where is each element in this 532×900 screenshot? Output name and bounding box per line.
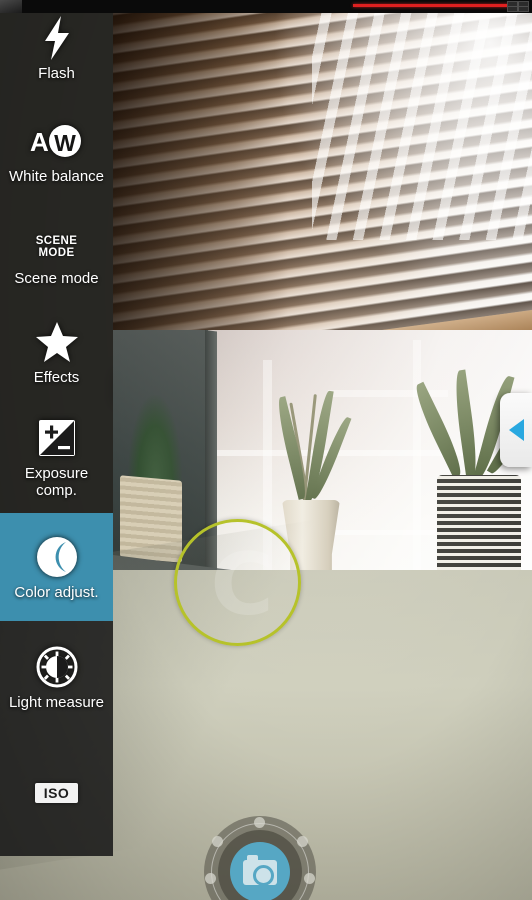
shutter-dial-dot xyxy=(205,873,216,884)
sidebar-item-light-measure[interactable]: Light measure xyxy=(0,621,113,734)
light-measure-icon xyxy=(36,644,78,690)
shutter-button[interactable] xyxy=(198,810,322,900)
sidebar-label-scene-mode: Scene mode xyxy=(14,270,99,287)
sidebar-label-exposure: Exposure comp. xyxy=(24,464,89,499)
auto-white-balance-icon: A W xyxy=(29,118,85,164)
star-icon xyxy=(35,319,79,365)
color-adjust-icon xyxy=(36,534,78,580)
exposure-comp-icon xyxy=(38,415,76,461)
camera-icon xyxy=(243,855,277,886)
shutter-dial-dot xyxy=(304,873,315,884)
scene-mode-glyph-line1: SCENE xyxy=(35,235,78,247)
sun-streak xyxy=(312,0,532,240)
flash-icon xyxy=(42,15,72,61)
svg-text:A: A xyxy=(30,127,49,157)
sidebar-item-iso[interactable]: ISO xyxy=(0,734,113,856)
shutter-dial-dot xyxy=(297,836,308,847)
scene-mode-glyph-line2: MODE xyxy=(38,247,75,259)
status-bar xyxy=(0,0,532,13)
window-blinds xyxy=(113,0,532,345)
iso-badge: ISO xyxy=(34,783,79,803)
svg-text:W: W xyxy=(54,130,76,156)
sidebar-item-scene-mode[interactable]: SCENE MODE Scene mode xyxy=(0,210,113,305)
grid-chip-icon[interactable] xyxy=(507,1,529,12)
settings-sidebar: Flash A W White balance SCENE MODE Scene… xyxy=(0,0,113,856)
right-panel-toggle[interactable] xyxy=(500,393,532,467)
app-icon xyxy=(0,0,22,13)
sidebar-label-color-adjust: Color adjust. xyxy=(14,583,99,601)
sidebar-item-effects[interactable]: Effects xyxy=(0,305,113,400)
blind-shadow xyxy=(113,0,288,345)
sidebar-item-exposure[interactable]: Exposure comp. xyxy=(0,400,113,513)
sidebar-label-white-balance: White balance xyxy=(8,167,105,185)
chevron-left-icon xyxy=(508,419,524,441)
camera-screen: C Flash A W White balance SCENE MODE Sce… xyxy=(0,0,532,900)
shutter-dial-dot xyxy=(212,836,223,847)
recording-line-icon xyxy=(353,4,510,7)
scene-mode-icon: SCENE MODE xyxy=(36,228,78,266)
shutter-dial-dot xyxy=(254,817,265,828)
sidebar-label-flash: Flash xyxy=(38,64,75,82)
sidebar-item-white-balance[interactable]: A W White balance xyxy=(0,92,113,210)
sidebar-item-flash[interactable]: Flash xyxy=(0,0,113,92)
sidebar-label-light-measure: Light measure xyxy=(8,694,105,711)
focus-ring[interactable] xyxy=(174,519,301,646)
sidebar-label-effects: Effects xyxy=(33,369,80,386)
sidebar-item-color-adjust[interactable]: Color adjust. xyxy=(0,513,113,621)
iso-icon: ISO xyxy=(34,770,79,816)
